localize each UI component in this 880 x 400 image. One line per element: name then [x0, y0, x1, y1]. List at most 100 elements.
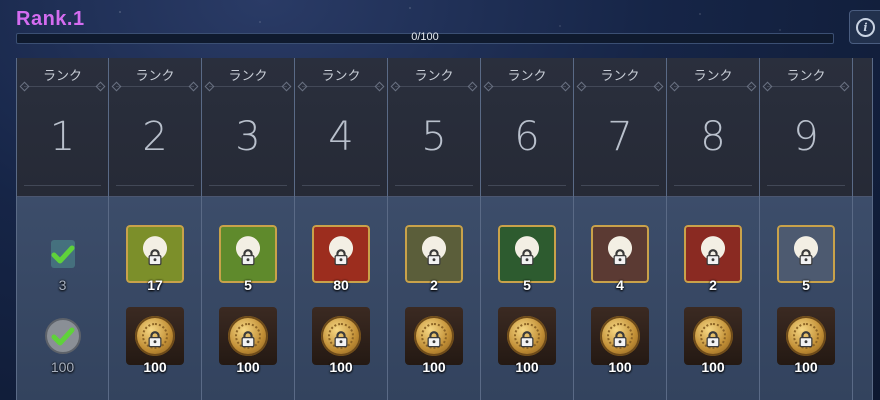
rank-rewards: 2 100	[388, 197, 480, 400]
coin-count: 100	[422, 359, 446, 375]
rank-header: ランク 2	[109, 58, 201, 197]
reward-count: 5	[523, 277, 531, 293]
rank-rewards: 80 100	[295, 197, 387, 400]
rank-number: 2	[142, 114, 168, 160]
rank-header: ランク 5	[388, 58, 480, 197]
reward-slot[interactable]	[312, 225, 370, 283]
info-button[interactable]: i	[849, 10, 880, 44]
reward-count: 2	[430, 277, 438, 293]
coin-reward-slot[interactable]	[498, 307, 556, 365]
reward-count: 17	[147, 277, 163, 293]
rank-label: ランク	[321, 68, 361, 83]
rank-column-6: ランク 6 5 100	[481, 58, 574, 400]
rank-number: 4	[328, 114, 354, 160]
rank-number: 1	[49, 114, 76, 160]
rank-rewards: 5 100	[202, 197, 294, 400]
coin-count: 100	[515, 359, 539, 375]
reward-slot[interactable]	[498, 225, 556, 283]
lock-icon	[518, 330, 536, 348]
coin-count: 100	[794, 359, 818, 375]
coin-count: 100	[701, 359, 725, 375]
rank-header: ランク 6	[481, 58, 573, 197]
rank-number: 8	[700, 114, 726, 160]
coin-reward-slot[interactable]	[312, 307, 370, 365]
rank-number: 6	[514, 114, 540, 160]
reward-slot[interactable]	[34, 225, 92, 283]
rank-rewards: 5 100	[760, 197, 852, 400]
lock-icon	[797, 330, 815, 348]
coin-reward-slot[interactable]	[126, 307, 184, 365]
reward-count: 2	[709, 277, 717, 293]
lock-icon	[611, 330, 629, 348]
lock-icon	[704, 248, 722, 266]
reward-slot[interactable]	[591, 225, 649, 283]
lock-icon	[797, 248, 815, 266]
reward-count: 5	[802, 277, 810, 293]
coin-reward-slot[interactable]	[684, 307, 742, 365]
rank-rewards: 2 100	[667, 197, 759, 400]
reward-count: 80	[333, 277, 349, 293]
rank-title: Rank.1	[16, 8, 85, 30]
lock-icon	[425, 248, 443, 266]
rank-rewards: 5 100	[481, 197, 573, 400]
rank-header: ランク 3	[202, 58, 294, 197]
rank-label: ランク	[414, 68, 454, 83]
lock-icon	[332, 330, 350, 348]
reward-slot[interactable]	[777, 225, 835, 283]
coin-count: 100	[329, 359, 353, 375]
rank-header: ランク 1	[17, 58, 108, 197]
lock-icon	[518, 248, 536, 266]
rank-number: 5	[421, 114, 447, 160]
reward-slot[interactable]	[126, 225, 184, 283]
rank-progress-bar: 0/100	[16, 31, 834, 44]
coin-reward-slot[interactable]	[405, 307, 463, 365]
lock-icon	[239, 248, 257, 266]
info-icon: i	[856, 17, 875, 37]
rank-header: ランク 4	[295, 58, 387, 197]
rank-label: ランク	[693, 68, 733, 83]
rank-label: ランク	[600, 68, 640, 83]
rank-column-5: ランク 5 2 100	[388, 58, 481, 400]
claimed-check-icon	[43, 316, 83, 356]
rank-rewards: 17 100	[109, 197, 201, 400]
reward-slot[interactable]	[219, 225, 277, 283]
rank-label: ランク	[135, 68, 175, 83]
rank-number: 7	[607, 114, 633, 160]
rank-label: ランク	[228, 68, 268, 83]
coin-reward-slot[interactable]	[219, 307, 277, 365]
rank-rewards: 4 100	[574, 197, 666, 400]
lock-icon	[704, 330, 722, 348]
rank-column-8: ランク 8 2 100	[667, 58, 760, 400]
rank-column-2: ランク 2 17 100	[109, 58, 202, 400]
rank-rewards	[853, 197, 872, 400]
rank-header	[853, 58, 872, 197]
rank-rewards: 3 100	[17, 197, 108, 400]
lock-icon	[239, 330, 257, 348]
rank-column-3: ランク 3 5 100	[202, 58, 295, 400]
rank-column-9: ランク 9 5 100	[760, 58, 853, 400]
lock-icon	[146, 248, 164, 266]
reward-slot[interactable]	[684, 225, 742, 283]
rank-column-4: ランク 4 80 100	[295, 58, 388, 400]
rank-column-partial	[853, 58, 873, 400]
rank-label: ランク	[42, 68, 82, 83]
rank-column-7: ランク 7 4 100	[574, 58, 667, 400]
coin-count: 100	[50, 359, 75, 375]
coin-count: 100	[236, 359, 260, 375]
lock-icon	[611, 248, 629, 266]
rank-header: ランク 8	[667, 58, 759, 197]
reward-slot[interactable]	[405, 225, 463, 283]
coin-reward-slot[interactable]	[34, 307, 92, 365]
reward-count: 4	[616, 277, 624, 293]
rank-header: ランク 9	[760, 58, 852, 197]
coin-count: 100	[608, 359, 632, 375]
rank-number: 3	[235, 114, 261, 160]
progress-text: 0/100	[411, 31, 439, 43]
reward-count: 5	[244, 277, 252, 293]
lock-icon	[332, 248, 350, 266]
coin-reward-slot[interactable]	[777, 307, 835, 365]
coin-reward-slot[interactable]	[591, 307, 649, 365]
rank-column-1: ランク 1 3 100	[16, 58, 109, 400]
rank-reward-grid: ランク 1 3 100 ランク 2 17 100 ランク 3 5 100 ランク 4 80 100 ランク 5 2 1…	[16, 58, 880, 400]
rank-header: ランク 7	[574, 58, 666, 197]
